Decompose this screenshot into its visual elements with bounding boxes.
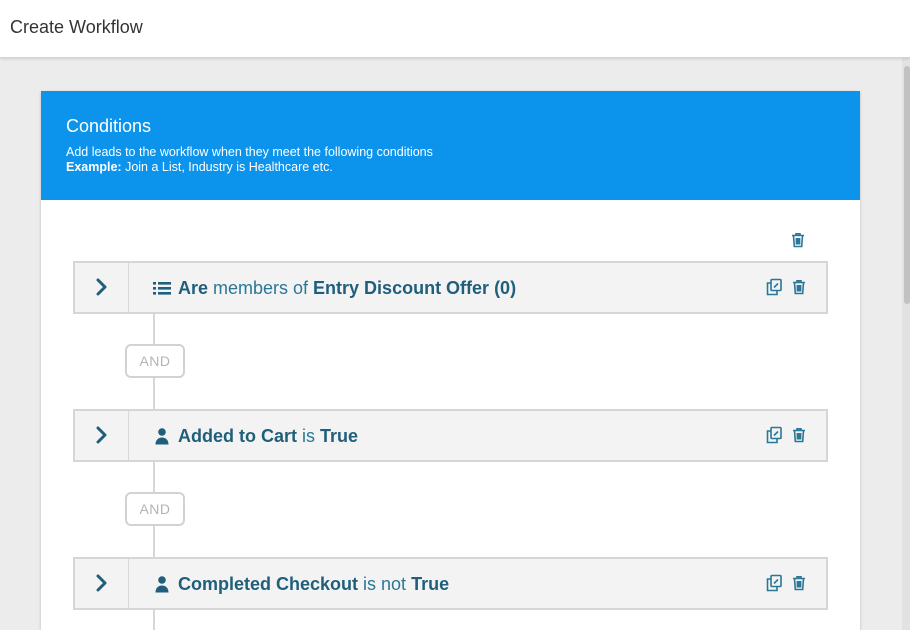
delete-condition-button[interactable]: [790, 426, 808, 444]
condition-value: True: [320, 426, 359, 446]
connector-line: [153, 609, 155, 630]
conditions-card: Conditions Add leads to the workflow whe…: [41, 91, 860, 630]
expand-button[interactable]: [75, 411, 129, 460]
conditions-description: Add leads to the workflow when they meet…: [66, 145, 433, 159]
condition-subject: Added to Cart: [178, 426, 297, 446]
conditions-example: Example: Join a List, Industry is Health…: [66, 160, 333, 174]
delete-condition-button[interactable]: [790, 278, 808, 296]
condition-subject: Completed Checkout: [178, 574, 359, 594]
copy-icon: [766, 574, 782, 592]
trash-icon: [793, 428, 805, 443]
chevron-right-icon: [96, 574, 107, 592]
condition-row[interactable]: Completed Checkout is not True: [73, 557, 828, 610]
trash-icon: [792, 233, 804, 248]
scrollbar[interactable]: [902, 58, 910, 630]
chevron-right-icon: [96, 278, 107, 296]
copy-icon: [766, 278, 782, 296]
condition-value: Entry Discount Offer (0): [313, 278, 517, 298]
condition-value: True: [411, 574, 450, 594]
conditions-header: Conditions Add leads to the workflow whe…: [41, 91, 860, 200]
condition-operator: members of: [208, 278, 314, 298]
chevron-right-icon: [96, 426, 107, 444]
condition-text: Completed Checkout is not True: [178, 574, 449, 595]
condition-operator: is not: [358, 574, 412, 594]
copy-condition-button[interactable]: [765, 574, 783, 592]
expand-button[interactable]: [75, 263, 129, 312]
trash-icon: [793, 280, 805, 295]
top-bar: Create Workflow: [0, 0, 910, 58]
connector-line: [153, 375, 155, 411]
page-title: Create Workflow: [10, 17, 143, 37]
connector-line: [153, 523, 155, 559]
copy-condition-button[interactable]: [765, 278, 783, 296]
user-icon: [153, 427, 171, 445]
example-text: Join a List, Industry is Healthcare etc.: [121, 160, 333, 174]
condition-operator: is: [297, 426, 321, 446]
condition-text: Added to Cart is True: [178, 426, 358, 447]
conditions-title: Conditions: [66, 116, 152, 136]
condition-subject: Are: [178, 278, 209, 298]
copy-condition-button[interactable]: [765, 426, 783, 444]
example-label: Example:: [66, 160, 122, 174]
user-icon: [153, 575, 171, 593]
group-delete-button[interactable]: [789, 231, 807, 249]
list-icon: [153, 279, 171, 297]
copy-icon: [766, 426, 782, 444]
expand-button[interactable]: [75, 559, 129, 608]
and-connector-label: AND: [125, 492, 185, 526]
condition-row[interactable]: Added to Cart is True: [73, 409, 828, 462]
trash-icon: [793, 576, 805, 591]
condition-text: Are members of Entry Discount Offer (0): [178, 278, 516, 299]
scrollbar-thumb[interactable]: [904, 66, 910, 304]
and-connector-label: AND: [125, 344, 185, 378]
condition-row[interactable]: Are members of Entry Discount Offer (0): [73, 261, 828, 314]
delete-condition-button[interactable]: [790, 574, 808, 592]
